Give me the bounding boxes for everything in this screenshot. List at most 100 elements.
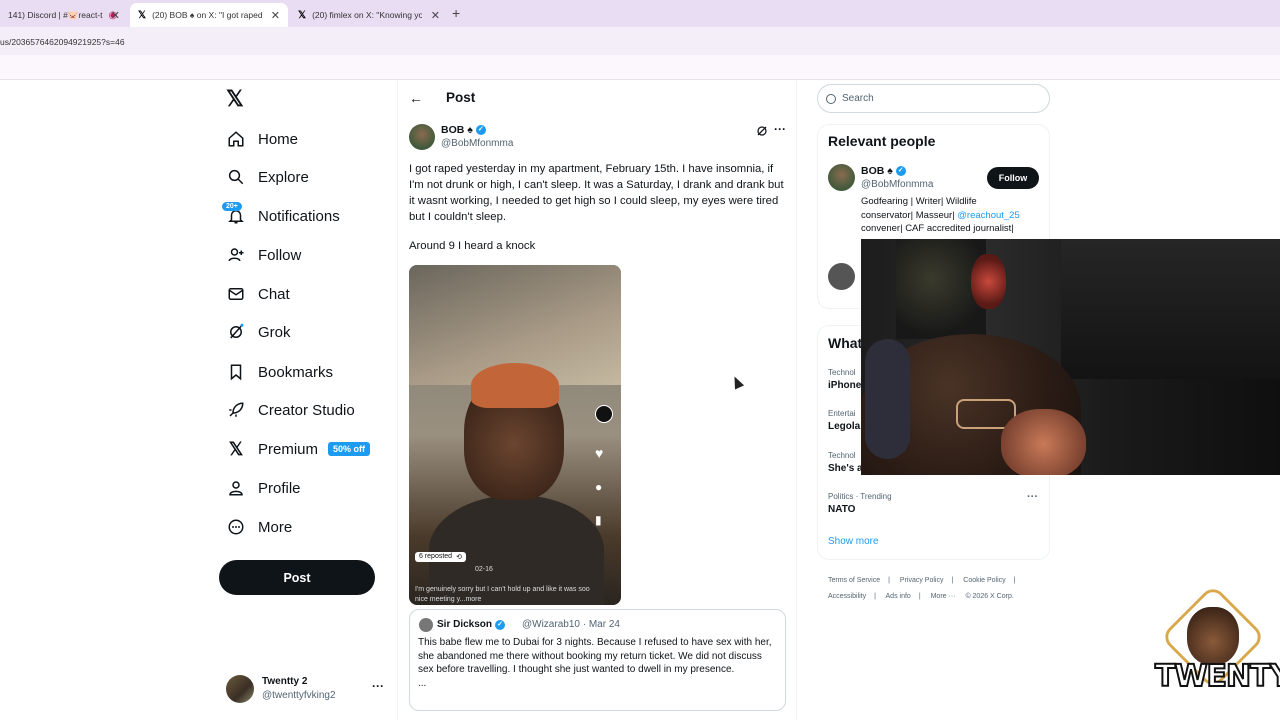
- premium-discount-badge: 50% off: [328, 442, 371, 456]
- verified-badge-icon: ✓: [895, 166, 906, 176]
- trend-category: Technol: [828, 451, 856, 460]
- more-icon: [226, 517, 246, 537]
- close-tab-icon[interactable]: ✕: [111, 9, 120, 22]
- trend-category: Politics · Trending: [828, 492, 892, 501]
- accessibility-link[interactable]: Accessibility: [828, 593, 866, 600]
- nav-bookmarks[interactable]: Bookmarks: [226, 357, 333, 387]
- verified-badge-icon: ✓: [475, 125, 486, 135]
- rocket-icon: [226, 400, 246, 420]
- footer-links: Terms of Service | Privacy Policy | Cookie…: [828, 577, 1016, 600]
- trend-category: Technol: [828, 368, 856, 377]
- video-date: 02-16: [475, 566, 493, 573]
- verified-badge-icon: ✓: [495, 619, 506, 630]
- more-dots-icon[interactable]: ···: [774, 122, 786, 136]
- bio-mention-link[interactable]: @reachout_25: [957, 210, 1019, 221]
- new-tab-button[interactable]: +: [452, 5, 460, 21]
- quote-author-handle: @Wizarab10 · Mar 24: [522, 619, 620, 630]
- x-icon: 𝕏: [228, 438, 244, 459]
- search-icon: [826, 93, 836, 104]
- explore-icon: [226, 167, 246, 187]
- tab-fimlex-post[interactable]: 𝕏 (20) fimlex on X: "Knowing you ✕: [290, 3, 448, 27]
- webcam-hand: [1001, 409, 1086, 475]
- close-tab-icon[interactable]: ✕: [271, 9, 280, 22]
- back-arrow-icon[interactable]: ←: [409, 90, 423, 106]
- page-title: Post: [446, 90, 476, 105]
- nav-more[interactable]: More: [226, 512, 292, 542]
- grok-icon: [226, 322, 246, 342]
- chat-icon: [226, 284, 246, 304]
- post-text-continued: Around 9 I heard a knock: [409, 240, 536, 252]
- channel-logo: TWENTY2: [1154, 584, 1280, 700]
- repost-icon: ⟲: [456, 553, 462, 561]
- nav-follow[interactable]: Follow: [226, 240, 301, 270]
- more-link[interactable]: More ···: [931, 593, 956, 600]
- author-handle[interactable]: @BobMfonmma: [441, 138, 513, 149]
- avatar[interactable]: [828, 263, 855, 290]
- follow-icon: [226, 245, 246, 265]
- terms-link[interactable]: Terms of Service: [828, 577, 880, 584]
- profile-icon: [226, 478, 246, 498]
- trend-item[interactable]: iPhone: [828, 380, 861, 391]
- tab-bob-post[interactable]: 𝕏 (20) BOB ♠ on X: "I got raped y ✕: [130, 3, 288, 27]
- tab-discord[interactable]: 141) Discord | #🐷react-t ◉ ✕: [0, 3, 128, 27]
- account-switcher[interactable]: Twentty 2 @twenttyfvking2 ···: [226, 673, 386, 705]
- heart-icon: ♥: [595, 445, 604, 461]
- nav-premium[interactable]: 𝕏 Premium 50% off: [226, 434, 371, 464]
- more-dots-icon[interactable]: ···: [1027, 491, 1038, 503]
- logo-text: TWENTY2: [1154, 658, 1280, 695]
- copyright: © 2026 X Corp.: [965, 593, 1014, 600]
- person-name[interactable]: BOB ♠ ✓: [861, 165, 906, 177]
- quoted-post[interactable]: Sir Dickson ✓ @Wizarab10 · Mar 24 This b…: [409, 609, 786, 711]
- avatar[interactable]: [828, 164, 855, 191]
- comment-icon: ●: [595, 480, 603, 494]
- follow-button[interactable]: Follow: [987, 167, 1039, 189]
- author-avatar[interactable]: [409, 124, 435, 150]
- notification-badge: 20+: [222, 202, 242, 211]
- whats-happening-title: What: [828, 335, 863, 351]
- video-caption: I'm genuinely sorry but I can't hold up …: [415, 586, 590, 603]
- author-name[interactable]: BOB ♠ ✓: [441, 124, 486, 136]
- save-icon: ▮: [595, 513, 602, 527]
- cookie-link[interactable]: Cookie Policy: [963, 577, 1005, 584]
- trend-item[interactable]: She's a: [828, 463, 863, 474]
- show-more-link[interactable]: Show more: [828, 536, 879, 547]
- grok-explain-icon[interactable]: [756, 125, 768, 140]
- nav-home[interactable]: Home: [226, 124, 298, 154]
- nav-explore[interactable]: Explore: [226, 162, 309, 192]
- quote-text: This babe flew me to Dubai for 3 nights.…: [418, 637, 772, 689]
- nav-grok[interactable]: Grok: [226, 317, 291, 347]
- x-favicon-icon: 𝕏: [138, 9, 147, 21]
- post-button[interactable]: Post: [219, 560, 375, 595]
- relevant-people-title: Relevant people: [828, 133, 936, 149]
- x-favicon-icon: 𝕏: [298, 9, 307, 21]
- more-dots-icon: ···: [372, 679, 384, 693]
- video-person-hair: [471, 363, 559, 408]
- logo-avatar: [1187, 607, 1239, 665]
- x-logo-icon[interactable]: 𝕏: [226, 88, 248, 110]
- quote-author-name: Sir Dickson ✓: [437, 619, 506, 630]
- webcam-overlay: [861, 239, 1280, 475]
- url-text: us/2036576462094921925?s=46: [0, 37, 125, 47]
- close-tab-icon[interactable]: ✕: [431, 9, 440, 22]
- address-bar[interactable]: us/2036576462094921925?s=46: [0, 27, 1280, 55]
- avatar: [226, 675, 254, 703]
- bell-icon: 20+: [222, 202, 246, 226]
- webcam-lamp: [971, 254, 1006, 309]
- post-video[interactable]: ♥ ● ▮ 6 reposted ⟲ I'm genuinely sorry bu…: [409, 265, 621, 605]
- privacy-link[interactable]: Privacy Policy: [900, 577, 944, 584]
- webcam-background: [1061, 239, 1280, 379]
- person-handle[interactable]: @BobMfonmma: [861, 179, 933, 190]
- person-bio: Godfearing | Writer| Wildlife conservato…: [861, 196, 1020, 234]
- reposted-chip: 6 reposted ⟲: [415, 551, 466, 562]
- browser-tab-bar: 141) Discord | #🐷react-t ◉ ✕ 𝕏 (20) BOB …: [0, 0, 1280, 27]
- trend-item[interactable]: NATO: [828, 504, 855, 515]
- ads-info-link[interactable]: Ads info: [886, 593, 911, 600]
- trend-category: Entertai: [828, 409, 856, 418]
- nav-creator-studio[interactable]: Creator Studio: [226, 395, 355, 425]
- quote-author-avatar: [419, 618, 433, 632]
- search-input[interactable]: Search: [817, 84, 1050, 113]
- nav-notifications[interactable]: 20+ Notifications: [222, 201, 340, 231]
- nav-chat[interactable]: Chat: [226, 279, 290, 309]
- nav-profile[interactable]: Profile: [226, 473, 301, 503]
- trend-item[interactable]: Legola: [828, 421, 860, 432]
